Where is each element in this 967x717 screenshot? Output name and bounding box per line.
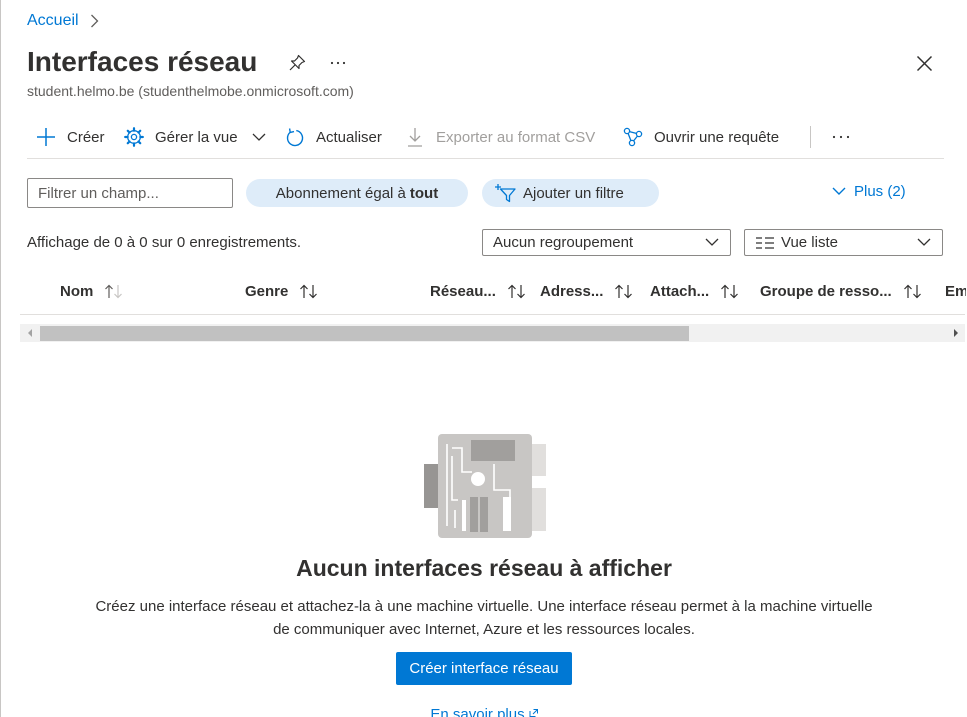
gear-icon [124,127,144,147]
grouping-dropdown[interactable]: Aucun regroupement [482,229,731,256]
sort-icon [104,284,124,299]
pin-icon[interactable] [287,53,307,73]
scroll-right-icon[interactable] [952,328,960,338]
subscription-filter-value: tout [409,184,439,202]
empty-state-title: Aucun interfaces réseau à afficher [296,555,672,581]
breadcrumb: Accueil [27,10,99,32]
more-icon[interactable] [831,131,851,143]
refresh-label: Actualiser [316,128,382,146]
column-header-label: Attach... [650,282,710,300]
subscription-filter-prefix: Abonnement égal à [275,184,406,202]
records-summary: Affichage de 0 à 0 sur 0 enregistrements… [27,234,302,251]
more-icon[interactable] [328,58,348,68]
column-header-attached-to[interactable]: Attach... [650,281,740,301]
list-icon [755,236,775,249]
empty-state-description: Créez une interface réseau et attachez-l… [1,595,967,641]
open-query-button[interactable]: Ouvrir une requête [623,125,779,149]
chevron-down-icon [252,133,266,142]
empty-state-description-line: Créez une interface réseau et attachez-l… [95,598,873,615]
network-interfaces-blade: Accueil Interfaces réseau student.helmo.… [0,0,967,717]
chevron-down-icon [917,238,931,247]
export-csv-button[interactable]: Exporter au format CSV [405,125,595,149]
create-network-interface-button[interactable]: Créer interface réseau [396,652,572,685]
column-header-label: Réseau... [430,282,496,300]
sort-icon [507,284,527,299]
view-mode-selected: Vue liste [781,234,838,251]
filter-add-icon [494,183,516,203]
subscription-filter-pill[interactable]: Abonnement égal à tout [246,179,468,207]
learn-more-container: En savoir plus [1,705,967,717]
refresh-icon [285,127,305,147]
sort-icon [299,284,319,299]
open-query-label: Ouvrir une requête [654,128,780,146]
empty-state-description-line: de communiquer avec Internet, Azure et l… [273,621,695,638]
sort-icon [903,284,923,299]
grouping-selected: Aucun regroupement [493,234,634,251]
manage-view-button[interactable]: Gérer la vue [124,125,266,149]
column-header-label: Adress... [540,282,604,300]
column-header-location[interactable]: Em [945,281,966,301]
column-header-label: Genre [245,282,289,300]
chevron-down-icon [705,238,719,247]
column-header-address[interactable]: Adress... [540,281,634,301]
export-csv-label: Exporter au format CSV [436,128,596,146]
directory-subtitle: student.helmo.be (studenthelmobe.onmicro… [27,83,354,99]
learn-more-link[interactable]: En savoir plus [430,705,538,717]
column-header-resource-group[interactable]: Groupe de resso... [760,281,923,301]
more-filters-label: Plus (2) [854,182,906,200]
view-mode-dropdown[interactable]: Vue liste [744,229,943,256]
chevron-right-icon [90,14,99,28]
query-icon [623,127,643,147]
scrollbar-thumb[interactable] [40,326,689,341]
toolbar-divider [27,158,944,159]
learn-more-label: En savoir plus [430,706,525,717]
plus-icon [36,127,56,147]
create-button[interactable]: Créer [36,125,105,149]
sort-icon [720,284,740,299]
refresh-button[interactable]: Actualiser [285,125,382,149]
toolbar-separator [810,126,811,148]
table-header-divider [20,314,965,315]
add-filter-button[interactable]: Ajouter un filtre [482,179,659,207]
create-label: Créer [67,128,105,146]
sort-icon [614,284,634,299]
scroll-left-icon[interactable] [26,328,34,338]
manage-view-label: Gérer la vue [155,128,238,146]
column-header-name[interactable]: Nom [60,281,124,301]
network-interface-icon [424,434,546,538]
close-icon[interactable] [915,54,934,73]
column-header-network[interactable]: Réseau... [430,281,527,301]
column-header-label: Groupe de resso... [760,282,892,300]
column-header-label: Em [945,282,966,300]
column-header-label: Nom [60,282,94,300]
chevron-down-icon [832,187,846,196]
breadcrumb-home-link[interactable]: Accueil [27,12,79,30]
external-link-icon [529,709,538,717]
more-filters-toggle[interactable]: Plus (2) [832,181,906,201]
filter-field-input[interactable] [27,178,233,208]
page-title: Interfaces réseau [27,46,258,77]
horizontal-scrollbar[interactable] [20,324,965,342]
add-filter-label: Ajouter un filtre [523,184,624,202]
column-header-type[interactable]: Genre [245,281,319,301]
download-icon [405,127,425,147]
